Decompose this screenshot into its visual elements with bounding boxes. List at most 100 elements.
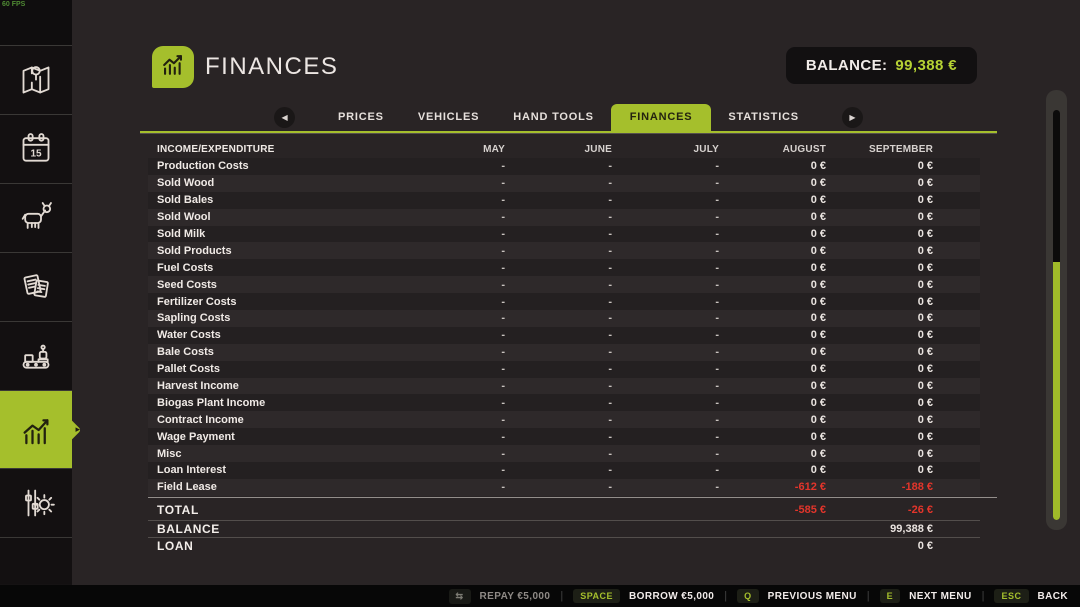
page-title: FINANCES (205, 53, 338, 81)
cell: - (398, 481, 505, 493)
cell: - (398, 262, 505, 274)
cell: - (612, 363, 719, 375)
tab-statistics[interactable]: STATISTICS (711, 104, 816, 131)
cell: 0 € (719, 245, 826, 257)
cell: -612 € (719, 481, 826, 493)
cell: - (398, 448, 505, 460)
cell: 0 € (826, 262, 933, 274)
row-label: Contract Income (148, 414, 398, 426)
calendar-icon: 15 (16, 129, 56, 169)
sidebar-item-contracts[interactable] (0, 253, 72, 322)
cell: - (398, 160, 505, 172)
row-label: LOAN (148, 539, 398, 553)
cell: 0 € (719, 380, 826, 392)
row-label: Field Lease (148, 481, 398, 493)
hotkey-action-borrow-5-000[interactable]: SPACEBORROW €5,000 (573, 589, 714, 603)
cell: - (505, 262, 612, 274)
table-row: Sold Products---0 €0 € (148, 242, 980, 259)
cell: - (612, 245, 719, 257)
cell: - (505, 397, 612, 409)
row-label: Water Costs (148, 329, 398, 341)
cell: - (505, 312, 612, 324)
table-row: Sold Bales---0 €0 € (148, 192, 980, 209)
footer-separator: | (982, 590, 985, 602)
cell: - (505, 177, 612, 189)
table-row: Wage Payment---0 €0 € (148, 428, 980, 445)
sidebar-item-map[interactable] (0, 46, 72, 115)
hotkey-action-previous-menu[interactable]: Q PREVIOUS MENU (737, 589, 857, 603)
scrollbar-track[interactable] (1053, 110, 1060, 520)
cell: - (612, 414, 719, 426)
cell: - (398, 194, 505, 206)
contracts-icon (16, 267, 56, 307)
tab-finances[interactable]: FINANCES (611, 104, 712, 131)
cell: - (505, 329, 612, 341)
cell: 0 € (826, 414, 933, 426)
cell: - (612, 380, 719, 392)
row-label: Fuel Costs (148, 262, 398, 274)
table-row: Water Costs---0 €0 € (148, 327, 980, 344)
cell: - (398, 380, 505, 392)
table-row: Misc---0 €0 € (148, 445, 980, 462)
cell: - (612, 279, 719, 291)
sidebar-item-calendar[interactable]: 15 (0, 115, 72, 184)
tabs-next-button[interactable]: ▶ (842, 107, 863, 128)
hotkey-action-back[interactable]: ESCBACK (994, 589, 1068, 603)
cell: 0 € (826, 448, 933, 460)
action-label: PREVIOUS MENU (768, 591, 857, 602)
sidebar-item-production[interactable] (0, 322, 72, 391)
tabs-prev-button[interactable]: ◀ (274, 107, 295, 128)
cell: - (505, 346, 612, 358)
cell: - (612, 228, 719, 240)
footer-hotbar: ⇆REPAY €5,000|SPACEBORROW €5,000|QPREVIO… (0, 585, 1080, 607)
cell: 0 € (719, 160, 826, 172)
action-label: REPAY €5,000 (480, 591, 551, 602)
row-label: Misc (148, 448, 398, 460)
tab-prices[interactable]: PRICES (321, 104, 401, 131)
cell: - (398, 329, 505, 341)
cell: 0 € (719, 296, 826, 308)
balance-label: BALANCE: (806, 57, 888, 74)
cell: 0 € (719, 431, 826, 443)
cell: 0 € (719, 346, 826, 358)
cell: - (505, 211, 612, 223)
cell: - (505, 414, 612, 426)
tab-vehicles[interactable]: VEHICLES (401, 104, 496, 131)
table-row: Sapling Costs---0 €0 € (148, 310, 980, 327)
cell: - (505, 448, 612, 460)
row-label: Harvest Income (148, 380, 398, 392)
row-label: Sold Milk (148, 228, 398, 240)
sidebar-item-animals[interactable] (0, 184, 72, 253)
cell: - (612, 160, 719, 172)
cell: 0 € (719, 312, 826, 324)
action-label: NEXT MENU (909, 591, 972, 602)
sidebar-item-settings[interactable] (0, 469, 72, 538)
cell: JUNE (505, 144, 612, 155)
cell: 0 € (826, 160, 933, 172)
cell: - (505, 464, 612, 476)
cell: - (612, 464, 719, 476)
chart-icon (158, 50, 188, 85)
cell: JULY (612, 144, 719, 155)
cell: 0 € (719, 228, 826, 240)
cell: - (505, 296, 612, 308)
cell: - (612, 431, 719, 443)
sidebar-item-finances[interactable]: ▸ (0, 391, 72, 469)
cell: - (505, 160, 612, 172)
hotkey-action-next-menu[interactable]: ENEXT MENU (880, 589, 972, 603)
key-badge: ESC (994, 589, 1028, 603)
tab-hand-tools[interactable]: HAND TOOLS (496, 104, 611, 131)
action-label: BORROW €5,000 (629, 591, 714, 602)
summary-row-total: TOTAL-585 €-26 € (148, 500, 980, 520)
scrollbar-thumb[interactable] (1053, 262, 1060, 520)
cell: - (612, 346, 719, 358)
cell: 0 € (719, 194, 826, 206)
fps-counter: 60 FPS (2, 1, 25, 8)
cell: - (398, 414, 505, 426)
cell: - (398, 296, 505, 308)
table-header-row: INCOME/EXPENDITUREMAYJUNEJULYAUGUSTSEPTE… (148, 140, 980, 158)
table-row: Fuel Costs---0 €0 € (148, 259, 980, 276)
hotkey-action-repay-5-000: ⇆REPAY €5,000 (449, 589, 551, 604)
table-row: Seed Costs---0 €0 € (148, 276, 980, 293)
key-badge: Q (737, 589, 759, 603)
